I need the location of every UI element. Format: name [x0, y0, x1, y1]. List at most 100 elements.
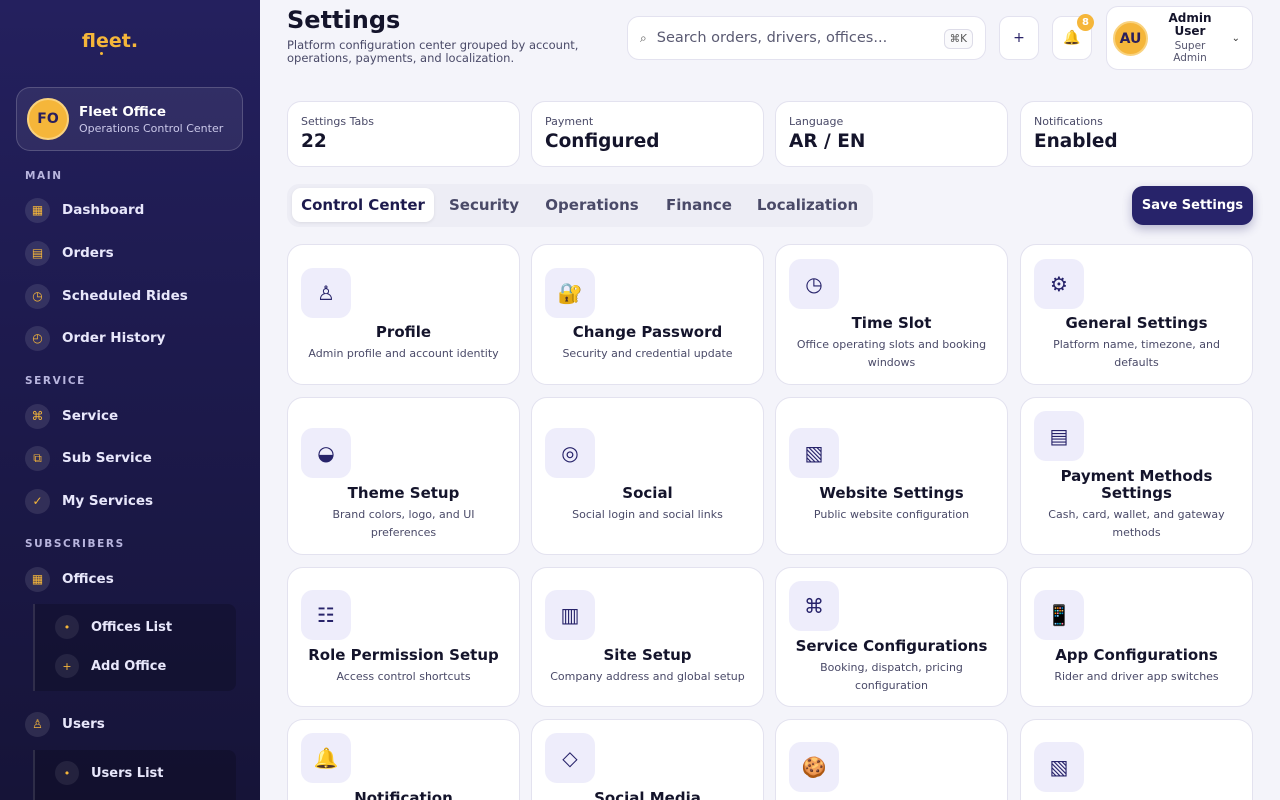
- card-title: General Settings: [1065, 314, 1208, 332]
- stat-label: Notifications: [1034, 115, 1103, 128]
- sidebar-item-label: Service: [62, 408, 119, 424]
- settings-card-role-permission[interactable]: ☷ Role Permission Setup Access control s…: [287, 567, 520, 707]
- stat-value: Enabled: [1034, 131, 1118, 152]
- sidebar-item-users[interactable]: ♙ Users: [25, 709, 105, 739]
- settings-card-time-slot[interactable]: ◷ Time Slot Office operating slots and b…: [775, 244, 1008, 385]
- sidebar-item-my-services[interactable]: ✓ My Services: [25, 486, 153, 516]
- card-description: Company address and global setup: [550, 670, 745, 683]
- settings-card-social[interactable]: ◎ Social Social login and social links: [531, 397, 764, 555]
- tab-operations[interactable]: Operations: [537, 188, 647, 222]
- card-title: Time Slot: [851, 314, 932, 332]
- history-icon: ◴: [25, 325, 50, 351]
- card-title: Change Password: [572, 323, 723, 341]
- stat-value: Configured: [545, 131, 660, 152]
- avatar: AU: [1113, 21, 1148, 56]
- stat-label: Settings Tabs: [301, 115, 374, 128]
- stat-card: Settings Tabs 22: [287, 101, 520, 167]
- user-role: Super Admin: [1173, 40, 1207, 64]
- page-description: Platform configuration center grouped by…: [287, 38, 579, 65]
- card-description: Social login and social links: [572, 508, 723, 521]
- tab-finance[interactable]: Finance: [657, 188, 741, 222]
- card-description: Rider and driver app switches: [1054, 670, 1219, 683]
- nav-section-subscribers: SUBSCRIBERS: [25, 538, 125, 550]
- card-title: Service Configurations: [795, 637, 988, 655]
- settings-card-service-configurations[interactable]: ⌘ Service Configurations Booking, dispat…: [775, 567, 1008, 707]
- tab-control-center[interactable]: Control Center: [292, 188, 434, 222]
- notifications-button[interactable]: 🔔 8: [1052, 14, 1094, 60]
- sidebar-item-label: Scheduled Rides: [62, 288, 188, 304]
- sidebar-item-label: Orders: [62, 245, 114, 261]
- building-icon: ▦: [25, 566, 50, 592]
- settings-card-app-configurations[interactable]: 📱 App Configurations Rider and driver ap…: [1020, 567, 1253, 707]
- stat-card: Language AR / EN: [775, 101, 1008, 167]
- search-bar[interactable]: ⌕ ⌘K: [627, 16, 986, 60]
- tab-localization[interactable]: Localization: [750, 188, 865, 222]
- person-icon: ♙: [25, 711, 50, 737]
- list-icon: ☷: [301, 590, 351, 640]
- stat-label: Payment: [545, 115, 594, 128]
- phone-icon: 📱: [1034, 590, 1084, 640]
- offices-submenu: • Offices List + Add Office: [33, 604, 236, 691]
- stat-card: Notifications Enabled: [1020, 101, 1253, 167]
- sidebar-item-add-office[interactable]: + Add Office: [55, 653, 166, 679]
- building-icon: ▥: [545, 590, 595, 640]
- card-title: Website Settings: [819, 484, 964, 502]
- command-icon: ⌘: [789, 581, 839, 631]
- card-title: Social: [622, 484, 673, 502]
- sidebar-item-offices-list[interactable]: • Offices List: [55, 614, 172, 640]
- settings-card-profile[interactable]: ♙ Profile Admin profile and account iden…: [287, 244, 520, 385]
- card-description: Public website configuration: [813, 508, 970, 521]
- card-icon: ▤: [1034, 411, 1084, 461]
- theme-icon: ◒: [301, 428, 351, 478]
- sidebar-item-scheduled-rides[interactable]: ◷ Scheduled Rides: [25, 281, 188, 311]
- nav-section-main: MAIN: [25, 170, 63, 182]
- settings-card-general-settings[interactable]: ⚙ General Settings Platform name, timezo…: [1020, 244, 1253, 385]
- settings-card-social-media[interactable]: ◇ Social Media: [531, 719, 764, 800]
- settings-card-payment-methods[interactable]: ▤ Payment Methods Settings Cash, card, w…: [1020, 397, 1253, 555]
- brand-logo[interactable]: fleet.: [0, 30, 220, 52]
- settings-card-site-setup[interactable]: ▥ Site Setup Company address and global …: [531, 567, 764, 707]
- sidebar-item-order-history[interactable]: ◴ Order History: [25, 323, 165, 353]
- orders-icon: ▤: [25, 240, 50, 266]
- office-name: Fleet Office: [79, 103, 167, 120]
- sidebar-item-offices[interactable]: ▦ Offices: [25, 564, 114, 594]
- sidebar-item-label: Dashboard: [62, 202, 145, 218]
- person-icon: ♙: [301, 268, 351, 318]
- settings-card-change-password[interactable]: 🔐 Change Password Security and credentia…: [531, 244, 764, 385]
- sidebar-item-users-list[interactable]: • Users List: [55, 760, 163, 786]
- sidebar-item-dashboard[interactable]: ▦ Dashboard: [25, 195, 144, 225]
- user-menu[interactable]: AU Admin User Super Admin ⌄: [1106, 6, 1253, 70]
- card-title: Theme Setup: [347, 484, 460, 502]
- sidebar-item-label: Offices List: [91, 619, 173, 635]
- chevron-down-icon: ⌄: [1231, 33, 1240, 44]
- sidebar-item-service[interactable]: ⌘ Service: [25, 401, 118, 431]
- diamond-icon: ◇: [545, 733, 595, 783]
- settings-card-cookie[interactable]: 🍪: [775, 719, 1008, 800]
- pattern-icon: ▧: [1034, 742, 1084, 792]
- search-shortcut: ⌘K: [943, 29, 973, 49]
- sidebar-item-label: Offices: [62, 571, 114, 587]
- card-description: Access control shortcuts: [336, 670, 471, 683]
- card-title: Profile: [375, 323, 432, 341]
- tab-security[interactable]: Security: [439, 188, 529, 222]
- search-input[interactable]: [656, 30, 927, 46]
- settings-card-notification[interactable]: 🔔 Notification: [287, 719, 520, 800]
- card-description: Cash, card, wallet, and gateway methods: [1048, 508, 1225, 539]
- card-description: Admin profile and account identity: [308, 347, 499, 360]
- stat-card: Payment Configured: [531, 101, 764, 167]
- bell-icon: 🔔: [301, 733, 351, 783]
- card-title: Site Setup: [603, 646, 692, 664]
- save-settings-button[interactable]: Save Settings: [1132, 186, 1253, 225]
- card-description: Brand colors, logo, and UI preferences: [332, 508, 475, 539]
- dot-icon: •: [55, 615, 79, 639]
- target-icon: ◎: [545, 428, 595, 478]
- sidebar-item-sub-service[interactable]: ⧉ Sub Service: [25, 443, 152, 473]
- settings-card-theme-setup[interactable]: ◒ Theme Setup Brand colors, logo, and UI…: [287, 397, 520, 555]
- settings-card-pattern[interactable]: ▧: [1020, 719, 1253, 800]
- settings-card-website-settings[interactable]: ▧ Website Settings Public website config…: [775, 397, 1008, 555]
- office-switcher[interactable]: FO Fleet Office Operations Control Cente…: [16, 87, 243, 151]
- sidebar-item-orders[interactable]: ▤ Orders: [25, 238, 114, 268]
- office-avatar: FO: [27, 98, 69, 140]
- add-button[interactable]: +: [999, 16, 1039, 60]
- settings-tabs: Control Center Security Operations Finan…: [287, 184, 873, 227]
